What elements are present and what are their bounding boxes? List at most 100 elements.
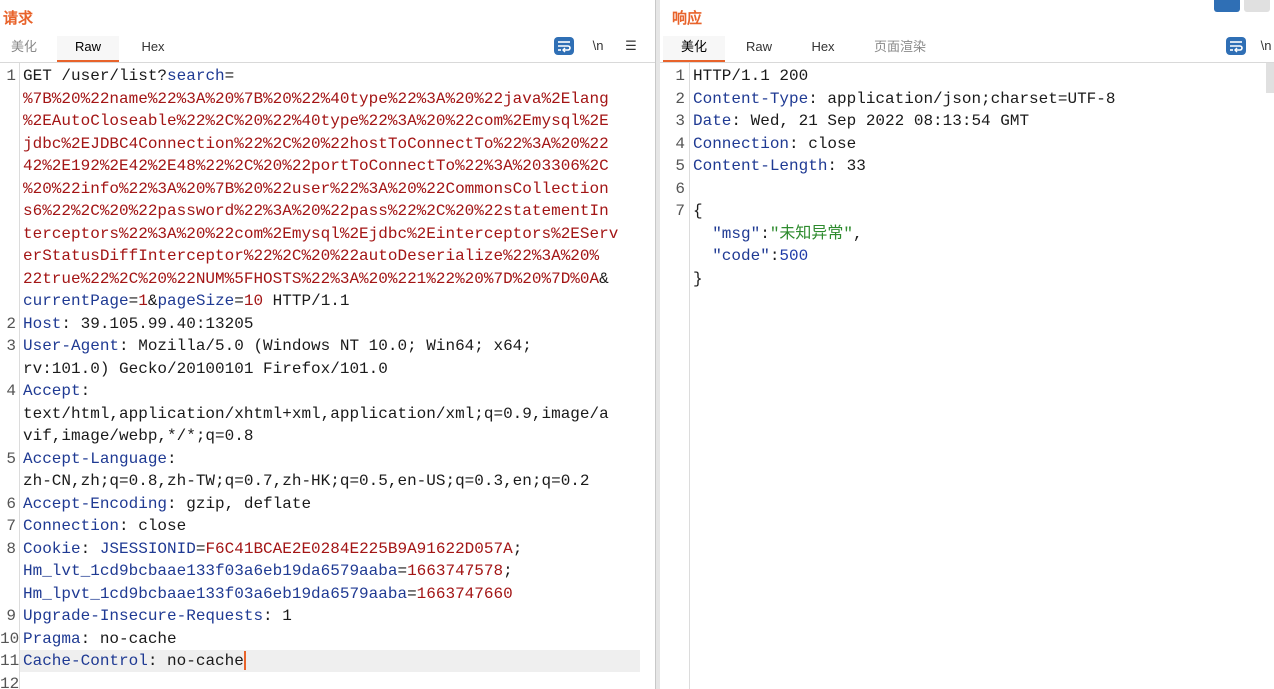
code-token: Cookie — [23, 539, 81, 558]
response-tabs: 美化 Raw Hex 页面渲染 — [660, 36, 1274, 63]
code-line[interactable]: Upgrade-Insecure-Requests: 1 — [23, 605, 618, 628]
response-tab-raw[interactable]: Raw — [736, 36, 782, 60]
code-line[interactable]: Pragma: no-cache — [23, 628, 618, 651]
response-tab-hex[interactable]: Hex — [800, 36, 846, 60]
code-line[interactable]: vif,image/webp,*/*;q=0.8 — [23, 425, 618, 448]
code-line[interactable]: Date: Wed, 21 Sep 2022 08:13:54 GMT — [693, 110, 1115, 133]
code-line[interactable]: HTTP/1.1 200 — [693, 65, 1115, 88]
code-token: : — [769, 247, 780, 265]
request-tab-hex[interactable]: Hex — [128, 36, 178, 60]
code-line[interactable]: jdbc%2EJDBC4Connection%22%2C%20%22hostTo… — [23, 133, 618, 156]
code-line[interactable]: Accept: — [23, 380, 618, 403]
code-token: %20%22info%22%3A%20%7B%20%22user%22%3A%2… — [23, 179, 609, 198]
code-line[interactable]: zh-CN,zh;q=0.8,zh-TW;q=0.7,zh-HK;q=0.5,e… — [23, 470, 618, 493]
code-token: : application/json;charset=UTF-8 — [808, 89, 1116, 108]
request-tab-pretty[interactable]: 美化 — [2, 36, 46, 60]
code-token: Content-Type — [693, 89, 809, 108]
code-token: HTTP/1.1 — [263, 292, 350, 310]
request-editor[interactable]: 1 2 3 4 5 6 7 8 9 10 11 12 GET /user/list?search= %7… — [0, 63, 655, 689]
code-line[interactable]: { — [693, 200, 1115, 223]
code-line[interactable]: "msg":"未知异常", — [693, 223, 1115, 246]
code-line[interactable]: 42%2E192%2E42%2E48%22%2C%20%22portToConn… — [23, 155, 618, 178]
code-line[interactable]: 22true%22%2C%20%22NUM%5FHOSTS%22%3A%20%2… — [23, 268, 618, 291]
code-line[interactable]: Cookie: JSESSIONID=F6C41BCAE2E0284E225B9… — [23, 538, 618, 561]
show-newlines-button[interactable]: \n — [587, 36, 609, 56]
code-token: Pragma — [23, 629, 81, 648]
response-wrap-lines-button[interactable] — [1226, 37, 1246, 55]
response-code[interactable]: HTTP/1.1 200 Content-Type: application/js… — [693, 65, 1115, 290]
response-scrollbar[interactable] — [1266, 63, 1274, 93]
code-token: text/html,application/xhtml+xml,applicat… — [23, 404, 609, 423]
code-line[interactable]: s6%22%2C%20%22password%22%3A%20%22pass%2… — [23, 200, 618, 223]
code-token: : gzip, deflate — [167, 494, 312, 513]
code-token: erStatusDiffInterceptor%22%2C%20%22autoD… — [23, 247, 600, 265]
code-line[interactable]: "code":500 — [693, 245, 1115, 268]
response-show-newlines-button[interactable]: \n — [1258, 36, 1274, 56]
code-line[interactable]: rv:101.0) Gecko/20100101 Firefox/101.0 — [23, 358, 618, 381]
code-token: : — [80, 382, 91, 400]
code-line[interactable]: Connection: close — [23, 515, 618, 538]
layout-split-button[interactable] — [1214, 0, 1240, 12]
code-line[interactable] — [693, 178, 1115, 201]
code-token: 1663747578 — [407, 562, 504, 580]
line-number: 1 — [675, 67, 685, 85]
code-line[interactable]: User-Agent: Mozilla/5.0 (Windows NT 10.0… — [23, 335, 618, 358]
code-line[interactable]: Content-Type: application/json;charset=U… — [693, 88, 1115, 111]
code-token: Connection — [23, 517, 120, 535]
code-line[interactable]: currentPage=1&pageSize=10 HTTP/1.1 — [23, 290, 618, 313]
response-editor[interactable]: 1 2 3 4 5 6 7 HTTP/1.1 200 Content-Type: applic… — [660, 63, 1274, 689]
code-token: jdbc%2EJDBC4Connection%22%2C%20%22hostTo… — [23, 134, 609, 153]
code-token: ; — [503, 562, 513, 580]
code-line[interactable] — [23, 673, 618, 689]
code-line[interactable]: text/html,application/xhtml+xml,applicat… — [23, 403, 618, 426]
code-line[interactable]: Accept-Language: — [23, 448, 618, 471]
code-line[interactable]: Host: 39.105.99.40:13205 — [23, 313, 618, 336]
line-number: 7 — [6, 517, 16, 535]
request-tab-raw[interactable]: Raw — [57, 36, 119, 62]
request-pane: 请求 美化 Raw Hex \n ☰ 1 2 3 4 5 6 7 8 9 10 11 12 GET /… — [0, 0, 655, 689]
code-line[interactable]: GET /user/list?search= — [23, 65, 618, 88]
code-token: JSESSIONID — [99, 539, 196, 558]
code-line[interactable]: Connection: close — [693, 133, 1115, 156]
code-token: GET /user/list? — [23, 67, 168, 85]
code-token: ; — [512, 539, 523, 558]
code-token: 10 — [243, 292, 264, 310]
code-line[interactable]: Hm_lpvt_1cd9bcbaae133f03a6eb19da6579aaba… — [23, 583, 618, 606]
code-token: : Mozilla/5.0 (Windows NT 10.0; Win64; x… — [119, 337, 532, 355]
code-token: : 1 — [263, 607, 292, 625]
line-number: 7 — [675, 202, 685, 220]
line-number: 10 — [0, 629, 20, 648]
wrap-lines-button[interactable] — [554, 37, 574, 55]
code-line[interactable]: Content-Length: 33 — [693, 155, 1115, 178]
response-tab-render[interactable]: 页面渲染 — [865, 36, 935, 60]
code-token: %7B%20%22name%22%3A%20%7B%20%22%40type%2… — [23, 89, 609, 108]
code-token: zh-CN,zh;q=0.8,zh-TW;q=0.7,zh-HK;q=0.5,e… — [23, 472, 590, 490]
response-tab-pretty[interactable]: 美化 — [663, 36, 725, 62]
code-token: = — [407, 584, 417, 603]
code-token: = — [234, 292, 244, 310]
code-line[interactable]: Cache-Control: no-cache — [23, 650, 618, 673]
code-line[interactable]: Accept-Encoding: gzip, deflate — [23, 493, 618, 516]
code-token: : — [760, 224, 770, 243]
code-token: & — [147, 292, 158, 310]
code-token: vif,image/webp,*/*;q=0.8 — [23, 427, 254, 445]
code-token: Accept-Language — [23, 449, 168, 468]
code-line[interactable]: %7B%20%22name%22%3A%20%7B%20%22%40type%2… — [23, 88, 618, 111]
menu-button[interactable]: ☰ — [620, 36, 642, 56]
code-line[interactable]: %20%22info%22%3A%20%7B%20%22user%22%3A%2… — [23, 178, 618, 201]
code-token: { — [693, 202, 703, 220]
line-number: 5 — [6, 449, 16, 468]
code-token: 500 — [779, 247, 809, 265]
code-token: terceptors%22%3A%20%22com%2Emysql%2Ejdbc… — [23, 224, 619, 243]
code-token: Upgrade-Insecure-Requests — [23, 607, 264, 625]
request-title: 请求 — [3, 10, 34, 27]
line-number: 4 — [675, 134, 685, 153]
code-line[interactable]: Hm_lvt_1cd9bcbaae133f03a6eb19da6579aaba=… — [23, 560, 618, 583]
code-line[interactable]: erStatusDiffInterceptor%22%2C%20%22autoD… — [23, 245, 618, 268]
layout-rows-button[interactable] — [1244, 0, 1270, 12]
code-line[interactable]: %2EAutoCloseable%22%2C%20%22%40type%22%3… — [23, 110, 618, 133]
code-line[interactable]: } — [693, 268, 1115, 291]
request-code[interactable]: GET /user/list?search= %7B%20%22name%22%3… — [23, 65, 618, 689]
code-line[interactable]: terceptors%22%3A%20%22com%2Emysql%2Ejdbc… — [23, 223, 618, 246]
code-token: "code" — [712, 247, 770, 265]
